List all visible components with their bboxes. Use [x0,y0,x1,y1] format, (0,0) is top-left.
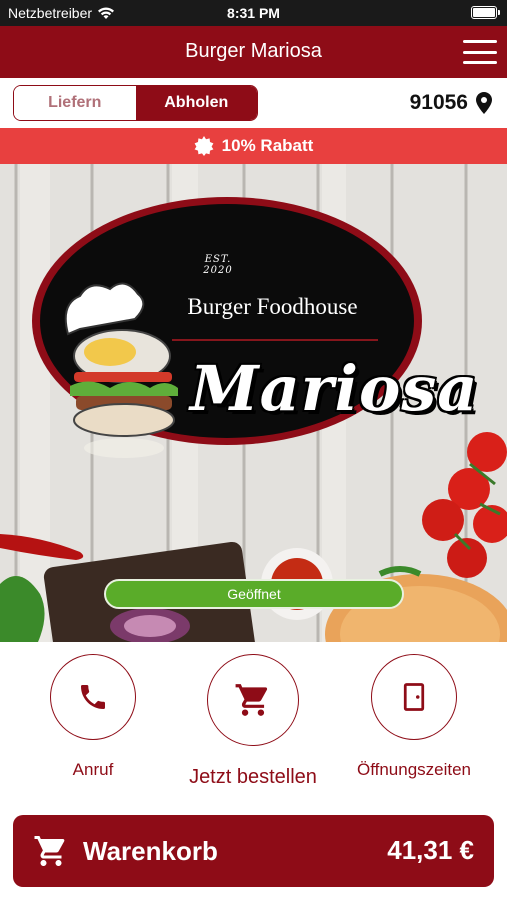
door-icon [403,683,425,711]
logo-est-text: EST. 2020 [203,254,233,276]
call-button[interactable] [50,654,136,740]
opening-hours-label: Öffnungszeiten [356,760,472,779]
battery-icon [471,6,500,19]
call-action[interactable]: Anruf [50,654,136,780]
order-now-action[interactable]: Jetzt bestellen [189,654,317,789]
app-header: Burger Mariosa [0,26,507,78]
phone-icon [81,685,105,709]
opening-hours-button[interactable] [371,654,457,740]
open-status-badge: Geöffnet [104,579,404,609]
cart-label: Warenkorb [83,835,218,866]
logo-name: Mariosa [190,352,479,425]
clock: 8:31 PM [227,5,280,21]
page-title: Burger Mariosa [185,40,322,62]
mode-row: Liefern Abholen 91056 [0,78,507,128]
status-bar: Netzbetreiber 8:31 PM [0,0,507,26]
delivery-mode-toggle: Liefern Abholen [13,85,258,121]
quick-actions: Anruf Jetzt bestellen Öffnungszeiten [0,642,507,802]
discount-text: 10% Rabatt [221,136,314,155]
call-label: Anruf [72,760,114,779]
tab-abholen[interactable]: Abholen [135,86,257,120]
location-selector[interactable]: 91056 [410,91,492,115]
cart-icon [235,684,268,716]
hamburger-menu-icon[interactable] [463,38,497,66]
cart-button[interactable]: Warenkorb 41,31 € [13,815,494,887]
shopping-cart-icon [34,836,65,866]
logo-subtitle: Burger Foodhouse [187,294,358,319]
open-status-text: Geöffnet [227,586,281,602]
discount-banner: 10% Rabatt [0,128,507,164]
location-pin-icon [476,92,492,114]
cart-total: 41,31 € [387,835,474,865]
cart-left: Warenkorb [33,833,218,869]
opening-hours-action[interactable]: Öffnungszeiten [357,654,471,780]
hero-banner: EST. 2020 Burger Foodhouse Mariosa Geöff… [0,164,507,642]
discount-badge-icon [194,136,214,156]
order-now-button[interactable] [207,654,299,746]
order-now-label: Jetzt bestellen [189,766,317,788]
postal-code: 91056 [409,91,468,114]
tab-liefern[interactable]: Liefern [14,86,136,120]
